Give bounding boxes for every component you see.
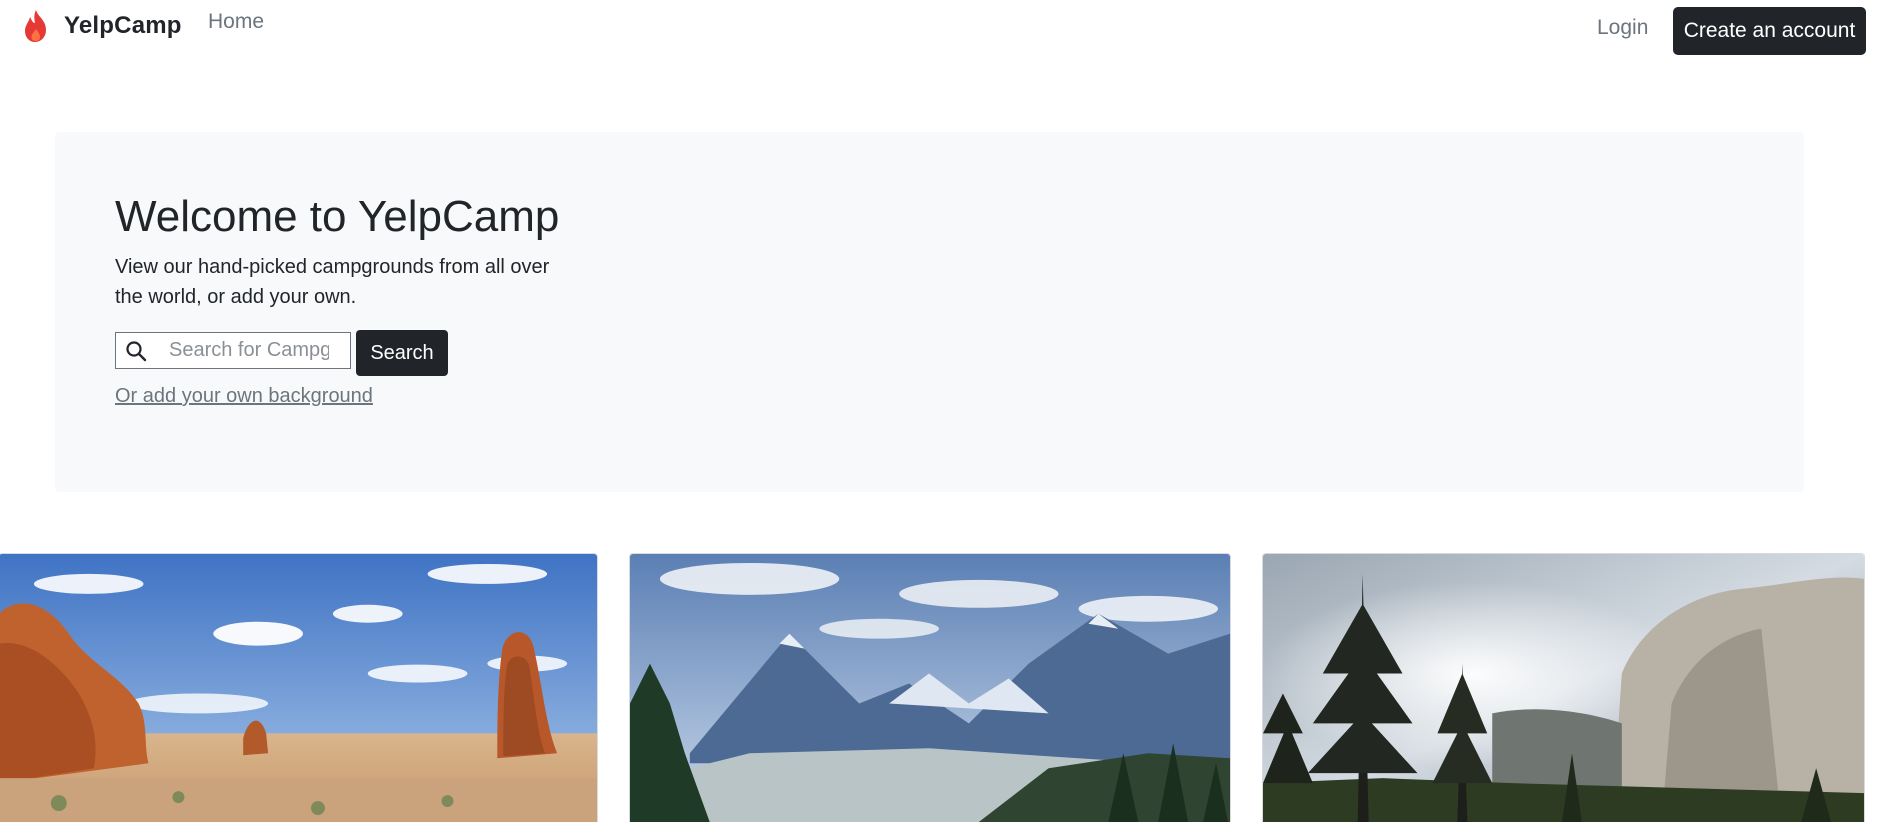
granite-cliff-forest-photo — [1263, 554, 1864, 822]
search-field[interactable] — [115, 332, 351, 369]
nav-login-link[interactable]: Login — [1597, 16, 1648, 40]
campground-card-image[interactable] — [1262, 553, 1865, 822]
desert-rock-formations-photo — [0, 554, 597, 822]
campground-card-image[interactable] — [0, 553, 598, 822]
search-icon — [126, 340, 147, 361]
campground-card-image[interactable] — [629, 553, 1231, 822]
page-title: Welcome to YelpCamp — [115, 192, 560, 241]
brand-name: YelpCamp — [64, 12, 182, 39]
nav-home-link[interactable]: Home — [208, 10, 264, 34]
brand-link[interactable]: YelpCamp — [22, 6, 182, 46]
hero-description: View our hand-picked campgrounds from al… — [115, 256, 550, 308]
mountain-valley-photo — [630, 554, 1230, 822]
hero-section: Welcome to YelpCamp View our hand-picked… — [55, 132, 1804, 492]
search-input[interactable] — [169, 339, 329, 362]
create-account-button[interactable]: Create an account — [1673, 7, 1866, 55]
navbar: YelpCamp Home Login Create an account — [0, 0, 1877, 60]
flame-icon — [25, 10, 46, 42]
add-background-link[interactable]: Or add your own background — [115, 385, 373, 408]
search-button[interactable]: Search — [356, 330, 448, 376]
